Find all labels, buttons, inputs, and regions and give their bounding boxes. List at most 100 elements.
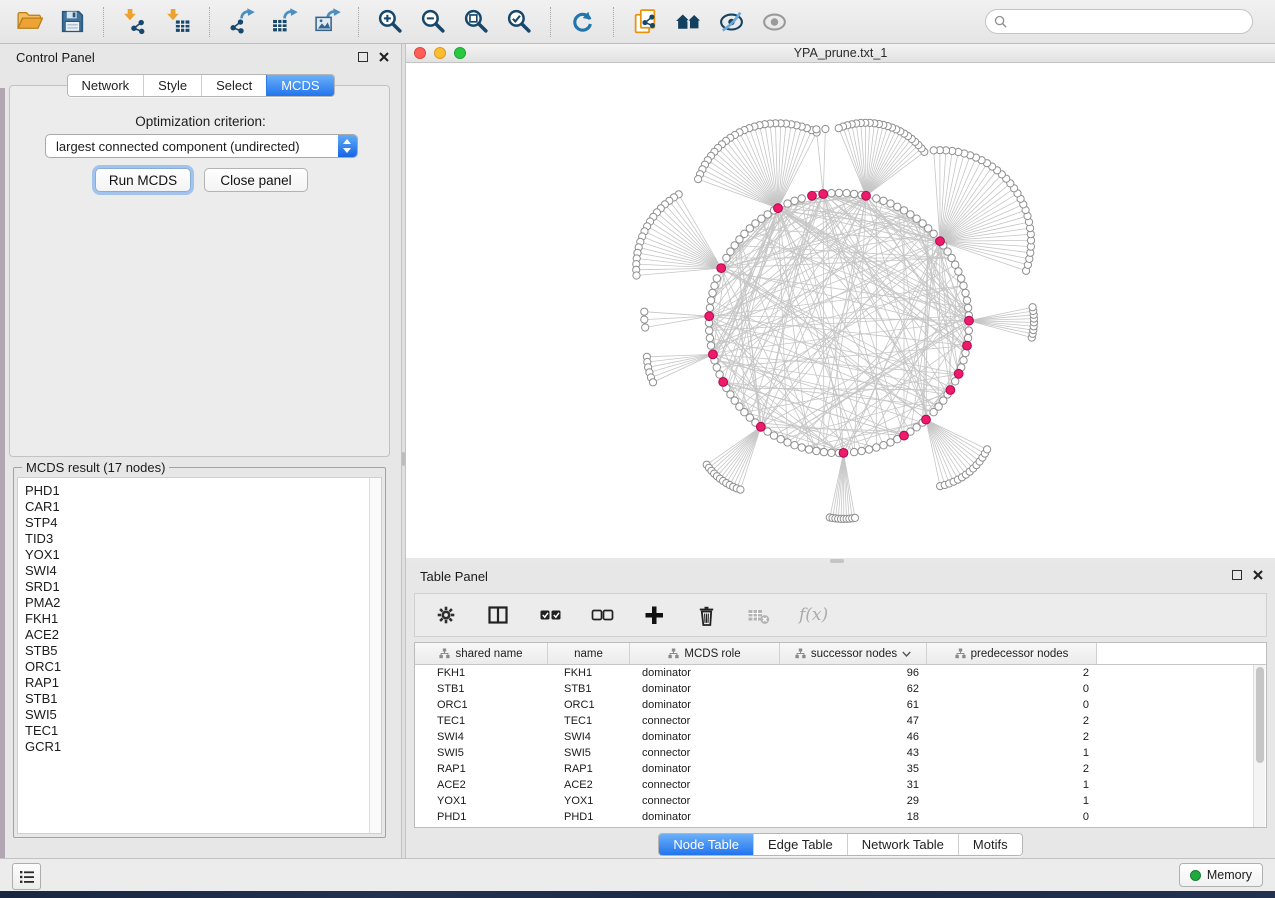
zoom-out-icon	[420, 8, 447, 35]
column-header-name[interactable]: name	[548, 643, 630, 664]
mcds-result-item[interactable]: TEC1	[25, 723, 369, 739]
toggle-columns-button[interactable]	[482, 602, 515, 629]
run-mcds-button[interactable]: Run MCDS	[95, 168, 191, 192]
tab-edge-table[interactable]: Edge Table	[753, 834, 847, 855]
close-panel-icon[interactable]	[379, 52, 389, 62]
network-canvas[interactable]	[406, 62, 1275, 558]
splitter-grip-icon	[402, 452, 405, 466]
tab-node-table[interactable]: Node Table	[659, 834, 753, 855]
mcds-result-item[interactable]: STB1	[25, 691, 369, 707]
mcds-result-item[interactable]: ACE2	[25, 627, 369, 643]
import-network-button[interactable]	[117, 6, 154, 37]
tab-mcds[interactable]: MCDS	[266, 75, 333, 96]
clone-network-button[interactable]	[627, 6, 664, 37]
show-all-icon	[761, 8, 788, 35]
tab-motifs[interactable]: Motifs	[958, 834, 1022, 855]
table-row[interactable]: ACE2ACE2connector311	[415, 777, 1266, 793]
mcds-result-item[interactable]: STB5	[25, 643, 369, 659]
table-cell: FKH1	[415, 667, 548, 679]
mcds-result-item[interactable]: TID3	[25, 531, 369, 547]
tab-select[interactable]: Select	[201, 75, 266, 96]
table-cell: connector	[630, 715, 780, 727]
import-table-button[interactable]	[160, 6, 197, 37]
table-row[interactable]: SWI5SWI5connector431	[415, 745, 1266, 761]
function-builder-button[interactable]: f(x)	[794, 613, 833, 618]
table-cell: ACE2	[548, 779, 630, 791]
export-network-button[interactable]	[223, 6, 260, 37]
mcds-result-item[interactable]: SWI4	[25, 563, 369, 579]
mcds-result-scrollbar[interactable]	[369, 477, 382, 834]
table-cell: 0	[927, 699, 1097, 711]
table-settings-button[interactable]	[430, 602, 463, 629]
delete-entry-button[interactable]	[690, 602, 723, 629]
table-row[interactable]: ORC1ORC1dominator610	[415, 697, 1266, 713]
mcds-result-list[interactable]: PHD1CAR1STP4TID3YOX1SWI4SRD1PMA2FKH1ACE2…	[17, 477, 369, 834]
mcds-result-item[interactable]: RAP1	[25, 675, 369, 691]
mcds-result-item[interactable]: SWI5	[25, 707, 369, 723]
column-header-shared-name[interactable]: shared name	[415, 643, 548, 664]
save-button[interactable]	[54, 6, 91, 37]
export-image-button[interactable]	[309, 6, 346, 37]
mcds-result-item[interactable]: GCR1	[25, 739, 369, 755]
clear-selection-button[interactable]	[586, 602, 619, 629]
table-cell: STB1	[548, 683, 630, 695]
search-input[interactable]	[1012, 13, 1244, 30]
close-panel-button[interactable]: Close panel	[204, 168, 308, 192]
mcds-result-item[interactable]: ORC1	[25, 659, 369, 675]
hide-selected-button[interactable]	[713, 6, 750, 37]
refresh-button[interactable]	[564, 6, 601, 37]
table-row[interactable]: YOX1YOX1connector291	[415, 793, 1266, 809]
float-panel-icon[interactable]	[1232, 570, 1242, 580]
table-row[interactable]: STB1STB1dominator620	[415, 681, 1266, 697]
memory-label: Memory	[1207, 868, 1252, 882]
node-table: shared namenameMCDS rolesuccessor nodesp…	[414, 642, 1267, 828]
optimization-criterion-select[interactable]: largest connected component (undirected)	[45, 134, 358, 158]
toolbar-separator	[209, 7, 211, 37]
column-header-MCDS-role[interactable]: MCDS role	[630, 643, 780, 664]
table-cell: dominator	[630, 683, 780, 695]
table-scrollbar[interactable]	[1253, 665, 1265, 827]
tab-style[interactable]: Style	[143, 75, 201, 96]
task-history-button[interactable]	[12, 863, 41, 890]
zoom-fit-button[interactable]	[458, 6, 495, 37]
mcds-result-item[interactable]: SRD1	[25, 579, 369, 595]
export-table-button[interactable]	[266, 6, 303, 37]
float-panel-icon[interactable]	[358, 52, 368, 62]
control-panel-tabs: NetworkStyleSelectMCDS	[66, 74, 334, 97]
search-box[interactable]	[985, 9, 1253, 34]
add-entry-button[interactable]	[638, 602, 671, 629]
table-row[interactable]: FKH1FKH1dominator962	[415, 665, 1266, 681]
table-cell: TEC1	[548, 715, 630, 727]
table-cell: 61	[780, 699, 927, 711]
column-header-successor-nodes[interactable]: successor nodes	[780, 643, 927, 664]
select-all-button[interactable]	[534, 602, 567, 629]
show-all-button[interactable]	[756, 6, 793, 37]
column-header-predecessor-nodes[interactable]: predecessor nodes	[927, 643, 1097, 664]
import-table-icon	[165, 8, 192, 35]
zoom-selected-button[interactable]	[501, 6, 538, 37]
mcds-result-item[interactable]: YOX1	[25, 547, 369, 563]
close-panel-icon[interactable]	[1253, 570, 1263, 580]
tab-network[interactable]: Network	[67, 75, 143, 96]
table-cell: 1	[927, 747, 1097, 759]
table-row[interactable]: TEC1TEC1connector472	[415, 713, 1266, 729]
table-row[interactable]: RAP1RAP1dominator352	[415, 761, 1266, 777]
table-row[interactable]: SWI4SWI4dominator462	[415, 729, 1266, 745]
mcds-result-item[interactable]: STP4	[25, 515, 369, 531]
first-neighbors-button[interactable]	[670, 6, 707, 37]
mcds-result-item[interactable]: FKH1	[25, 611, 369, 627]
zoom-in-button[interactable]	[372, 6, 409, 37]
memory-button[interactable]: Memory	[1179, 863, 1263, 887]
column-type-icon	[668, 648, 679, 659]
mcds-result-item[interactable]: PHD1	[25, 483, 369, 499]
tab-network-table[interactable]: Network Table	[847, 834, 958, 855]
table-cell: 0	[927, 811, 1097, 823]
table-row[interactable]: PHD1PHD1dominator180	[415, 809, 1266, 825]
table-cell: SWI5	[415, 747, 548, 759]
mcds-result-item[interactable]: CAR1	[25, 499, 369, 515]
destroy-table-button[interactable]	[742, 602, 775, 629]
mcds-result-item[interactable]: PMA2	[25, 595, 369, 611]
open-file-button[interactable]	[11, 6, 48, 37]
zoom-out-button[interactable]	[415, 6, 452, 37]
scrollbar-thumb[interactable]	[1256, 667, 1264, 763]
